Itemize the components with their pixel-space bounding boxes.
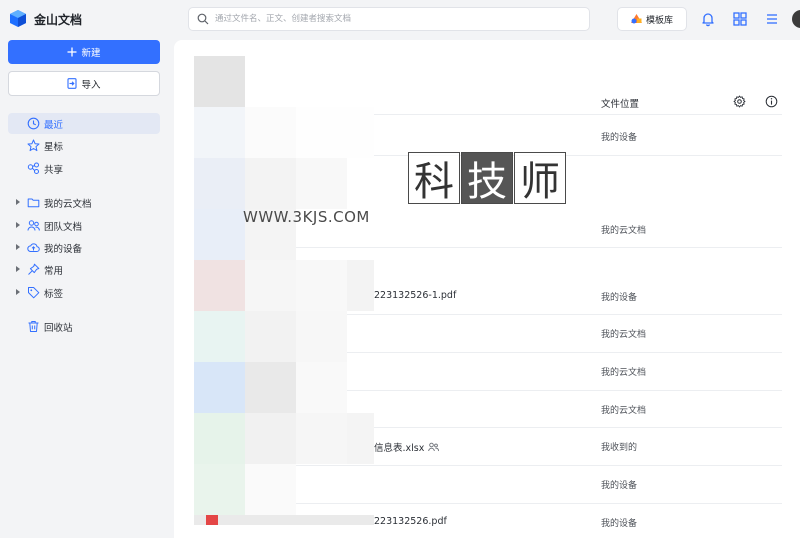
pin-icon bbox=[28, 263, 40, 275]
sidebar-item-label: 常用 bbox=[44, 266, 64, 277]
template-icon bbox=[630, 14, 642, 24]
sidebar-item-label: 标签 bbox=[44, 289, 64, 300]
team-icon bbox=[27, 220, 40, 231]
file-list-panel: 文件位置 我的设备 我的云文档 223132526-1.pdf 我的设备 我的云… bbox=[174, 40, 800, 538]
sidebar-item-label: 团队文档 bbox=[44, 222, 83, 233]
import-button-label: 导入 bbox=[81, 79, 101, 91]
file-location: 我的云文档 bbox=[601, 226, 647, 236]
file-name[interactable]: 223132526-1.pdf bbox=[374, 290, 456, 301]
search-icon bbox=[197, 13, 209, 25]
expand-caret-icon[interactable] bbox=[16, 244, 20, 250]
clock-icon bbox=[27, 117, 40, 130]
sidebar-item-shared[interactable]: 共享 bbox=[8, 158, 160, 179]
file-location: 我的设备 bbox=[601, 293, 638, 303]
watermark-char: 科 bbox=[408, 152, 460, 205]
settings-gear-icon[interactable] bbox=[733, 95, 746, 108]
tag-icon bbox=[28, 287, 40, 299]
sidebar-item-label: 回收站 bbox=[44, 323, 73, 334]
column-header-location[interactable]: 文件位置 bbox=[601, 96, 639, 110]
template-library-label: 模板库 bbox=[645, 15, 673, 26]
expand-caret-icon[interactable] bbox=[16, 222, 20, 228]
import-button[interactable]: 导入 bbox=[8, 71, 160, 96]
sidebar-item-trash[interactable]: 回收站 bbox=[8, 316, 160, 337]
watermark-url: WWW.3KJS.COM bbox=[243, 208, 370, 226]
trash-icon bbox=[28, 321, 39, 332]
menu-icon[interactable] bbox=[764, 11, 780, 27]
expand-caret-icon[interactable] bbox=[16, 289, 20, 295]
file-location: 我的云文档 bbox=[601, 368, 647, 378]
file-name[interactable]: 信息表.xlsx bbox=[374, 440, 424, 454]
sidebar-item-tags[interactable]: 标签 bbox=[8, 282, 160, 303]
file-location: 我的设备 bbox=[601, 133, 638, 143]
star-icon bbox=[27, 139, 40, 152]
app-name: 金山文档 bbox=[34, 13, 83, 27]
shared-users-icon bbox=[428, 442, 439, 452]
sidebar-item-team-docs[interactable]: 团队文档 bbox=[8, 215, 160, 236]
info-icon[interactable] bbox=[765, 95, 778, 108]
sidebar-item-label: 我的设备 bbox=[44, 244, 83, 255]
sidebar-item-label: 最近 bbox=[44, 120, 64, 131]
sidebar-item-my-devices[interactable]: 我的设备 bbox=[8, 237, 160, 258]
sidebar: 新建 导入 最近 星标 共享 我的云文档 团队文档 我的设备 常用 标签 回收站 bbox=[0, 38, 168, 538]
pdf-file-icon bbox=[206, 515, 218, 525]
file-location: 我的云文档 bbox=[601, 330, 647, 340]
bell-icon[interactable] bbox=[700, 11, 716, 27]
file-location: 我的设备 bbox=[601, 481, 638, 491]
top-bar: 金山文档 模板库 bbox=[0, 0, 800, 38]
file-location: 我的云文档 bbox=[601, 406, 647, 416]
cloud-upload-icon bbox=[27, 243, 40, 252]
watermark-char: 技 bbox=[461, 152, 513, 205]
new-button[interactable]: 新建 bbox=[8, 40, 160, 64]
search-box[interactable] bbox=[188, 7, 590, 31]
plus-icon bbox=[67, 47, 77, 57]
import-icon bbox=[67, 78, 78, 89]
expand-caret-icon[interactable] bbox=[16, 266, 20, 272]
sidebar-item-label: 我的云文档 bbox=[44, 199, 92, 210]
sidebar-item-label: 共享 bbox=[44, 165, 64, 176]
file-location: 我收到的 bbox=[601, 443, 638, 453]
file-name[interactable]: 223132526.pdf bbox=[374, 516, 447, 527]
sidebar-item-starred[interactable]: 星标 bbox=[8, 135, 160, 156]
folder-icon bbox=[27, 198, 40, 208]
new-button-label: 新建 bbox=[81, 48, 101, 59]
watermark-char: 师 bbox=[514, 152, 566, 205]
search-input[interactable] bbox=[215, 11, 575, 27]
sidebar-item-frequent[interactable]: 常用 bbox=[8, 259, 160, 280]
sidebar-item-my-cloud-docs[interactable]: 我的云文档 bbox=[8, 192, 160, 213]
template-library-button[interactable]: 模板库 bbox=[617, 7, 687, 31]
app-logo-icon[interactable] bbox=[10, 10, 26, 27]
sidebar-item-label: 星标 bbox=[44, 142, 64, 153]
sidebar-item-recent[interactable]: 最近 bbox=[8, 113, 160, 134]
share-icon bbox=[27, 162, 39, 174]
file-location: 我的设备 bbox=[601, 519, 638, 529]
grid-icon[interactable] bbox=[732, 11, 748, 27]
avatar[interactable] bbox=[792, 10, 800, 28]
expand-caret-icon[interactable] bbox=[16, 199, 20, 205]
